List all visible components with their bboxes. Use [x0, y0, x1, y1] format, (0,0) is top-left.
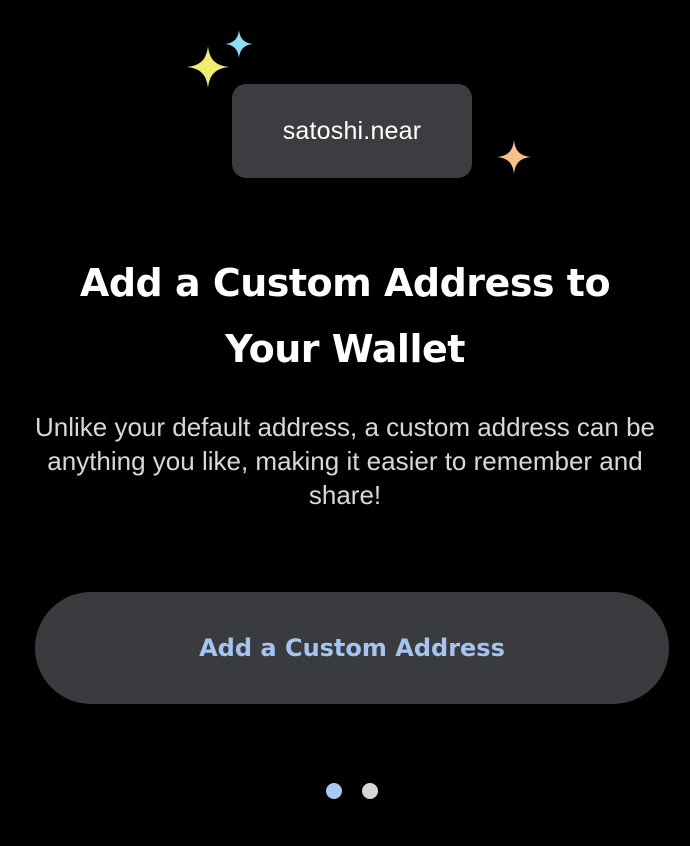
page-dot-1[interactable] — [326, 783, 342, 799]
add-custom-address-button[interactable]: Add a Custom Address — [35, 592, 669, 704]
example-address-chip: satoshi.near — [232, 84, 472, 178]
page-description: Unlike your default address, a custom ad… — [34, 412, 655, 510]
sparkle-icon — [497, 140, 531, 174]
example-address-text: satoshi.near — [282, 116, 422, 145]
add-custom-address-label: Add a Custom Address — [199, 634, 505, 662]
page-title: Add a Custom Address to Your Wallet — [79, 261, 611, 371]
page-indicator — [0, 783, 690, 799]
sparkle-icon — [225, 30, 253, 58]
sparkle-icon — [187, 46, 229, 88]
page-dot-2[interactable] — [362, 783, 378, 799]
